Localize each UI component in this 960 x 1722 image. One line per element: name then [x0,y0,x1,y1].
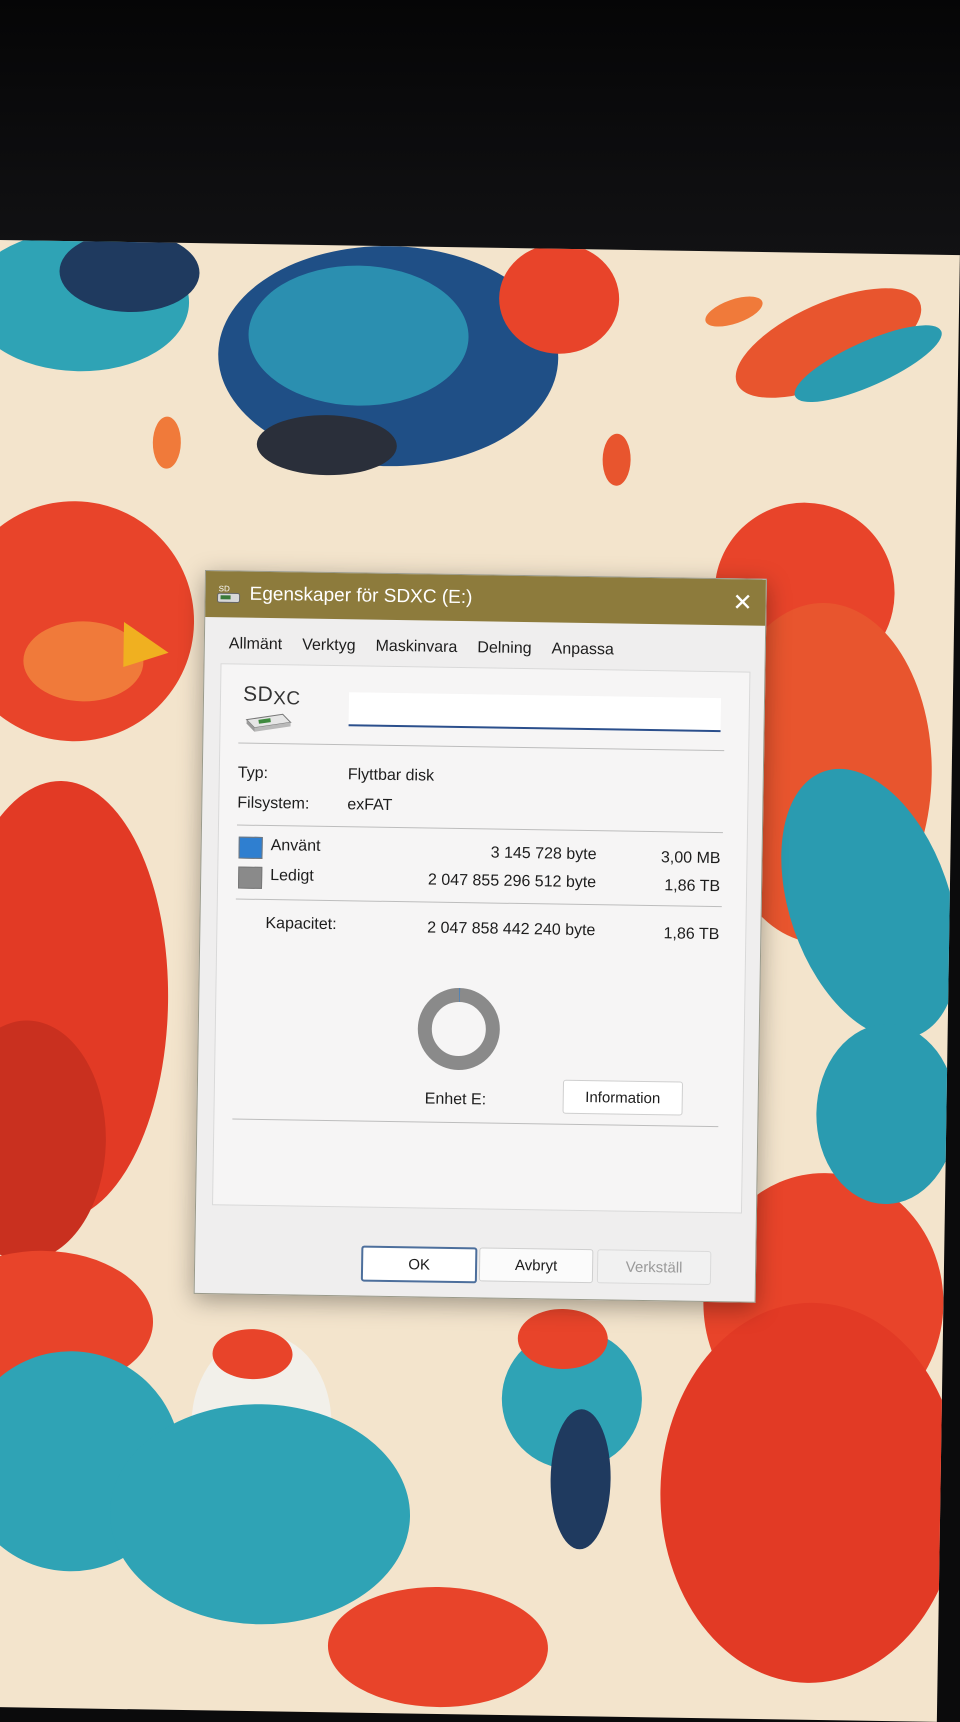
tab-sharing[interactable]: Delning [471,637,538,664]
type-label: Typ: [237,764,269,783]
ok-button[interactable]: OK [360,1245,478,1284]
sdxc-logo-text: SDXC [242,682,301,710]
sd-card-drive-icon: SD [215,583,241,605]
tab-strip: Allmänt Verktyg Maskinvara Delning Anpas… [223,633,628,665]
tab-customize[interactable]: Anpassa [545,638,620,665]
used-space-bytes: 3 145 728 byte [490,844,597,864]
type-value: Flyttbar disk [347,766,435,785]
capacity-bytes: 2 047 858 442 240 byte [427,919,596,940]
cancel-button[interactable]: Avbryt [478,1247,594,1284]
apply-button[interactable]: Verkställ [596,1249,712,1286]
capacity-size: 1,86 TB [663,925,720,944]
capacity-label: Kapacitet: [265,914,337,934]
volume-name-input[interactable] [348,692,722,733]
svg-text:SD: SD [219,584,230,593]
properties-dialog: SD Egenskaper för SDXC (E:) ✕ Allmänt Ve… [193,570,767,1303]
free-space-label: Ledigt [270,867,314,885]
filesystem-label: Filsystem: [237,794,310,813]
close-button[interactable]: ✕ [719,579,766,626]
tab-hardware[interactable]: Maskinvara [369,636,463,663]
used-space-label: Använt [270,837,321,855]
used-space-size: 3,00 MB [660,849,721,868]
information-button[interactable]: Information [562,1079,684,1116]
free-space-bytes: 2 047 855 296 512 byte [427,871,597,892]
tab-general[interactable]: Allmänt [223,633,289,660]
divider [235,898,722,908]
title-bar[interactable]: SD Egenskaper för SDXC (E:) ✕ [205,571,766,626]
usage-donut-chart [417,988,500,1071]
window-title: Egenskaper för SDXC (E:) [249,583,473,609]
general-panel: SDXC Typ: Flyttbar disk Filsystem: exFAT… [212,663,751,1214]
drive-letter-label: Enhet E: [424,1090,487,1109]
divider [236,824,723,834]
monitor-bezel [0,0,960,262]
free-space-swatch [238,866,263,889]
free-space-size: 1,86 TB [664,877,721,896]
filesystem-value: exFAT [347,796,393,814]
tab-tools[interactable]: Verktyg [296,634,362,661]
used-space-swatch [238,836,263,859]
divider [238,742,725,752]
divider [232,1118,719,1128]
removable-disk-icon [245,713,292,732]
drive-icon: SDXC [242,683,303,740]
